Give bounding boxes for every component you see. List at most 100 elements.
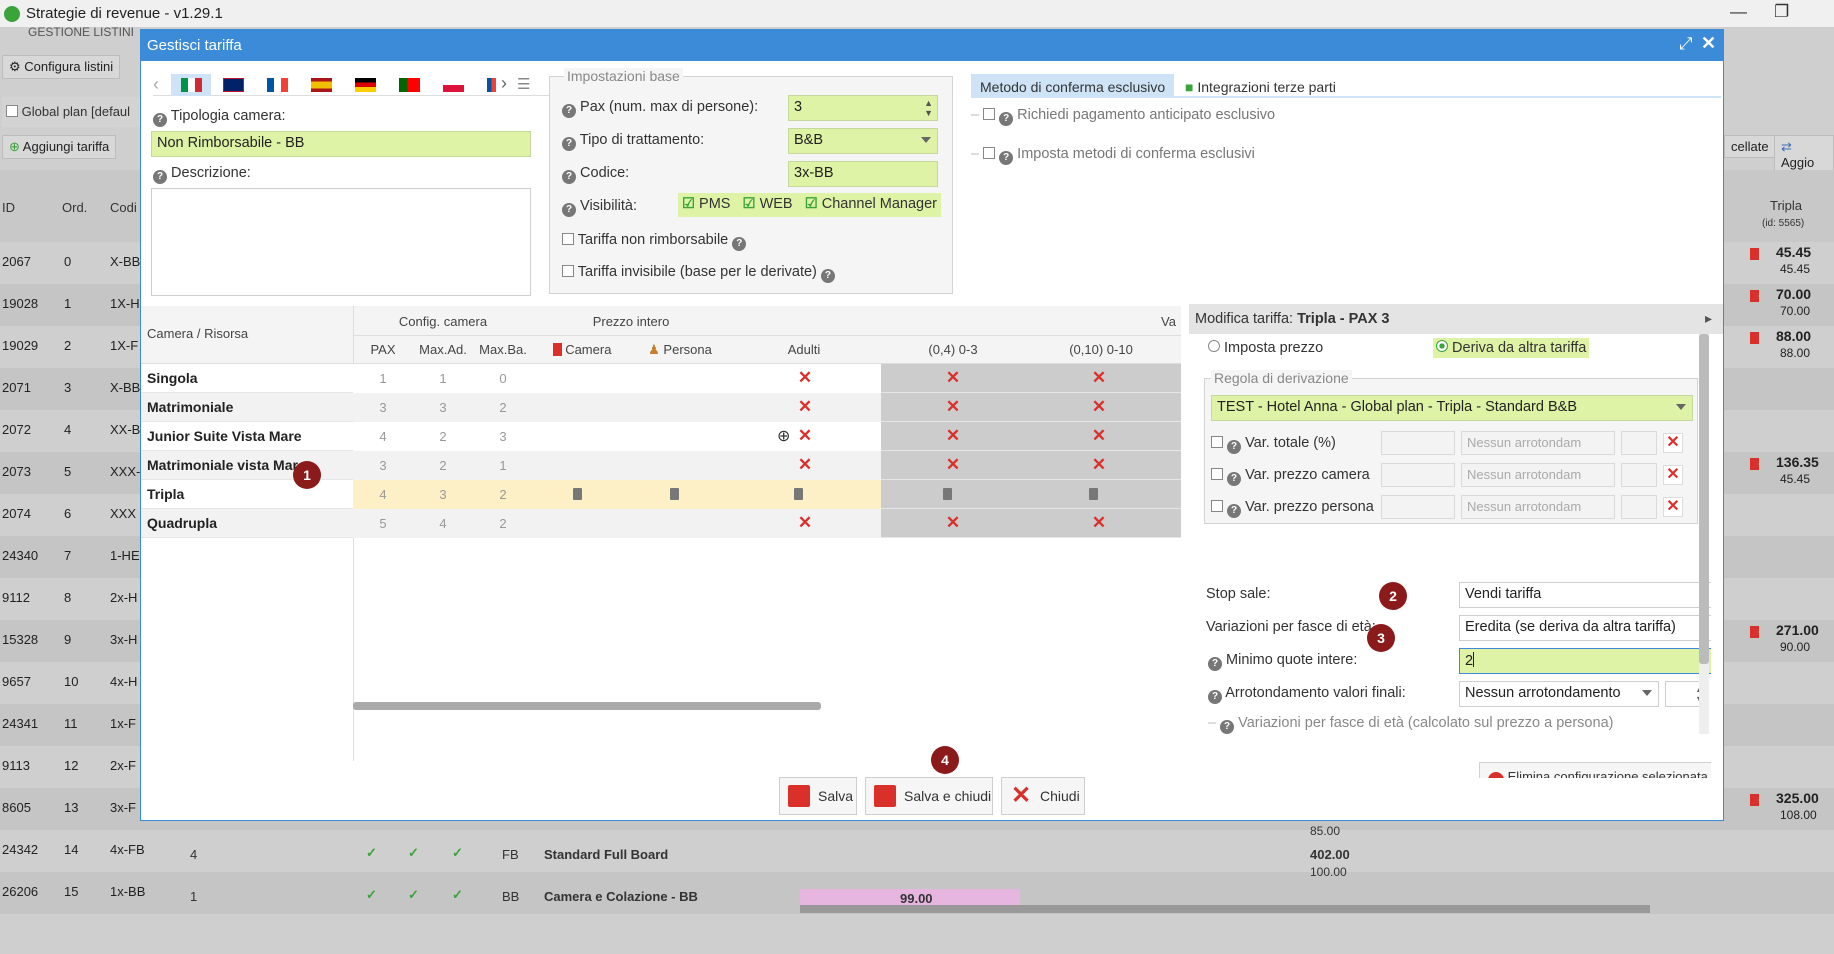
imposta-metodi-option[interactable]: – ? Imposta metodi di conferma esclusivi — [971, 146, 1711, 165]
global-plan-selector[interactable]: Global plan [defaul — [2, 97, 152, 127]
spinner-icon[interactable]: ▲▼ — [924, 98, 933, 118]
restore-icon[interactable]: ❐ — [1774, 2, 1789, 22]
tipologia-input[interactable]: Non Rimborsabile - BB — [151, 131, 531, 157]
flag-de-icon[interactable] — [355, 78, 376, 92]
grid-room-name[interactable]: Singola — [147, 370, 198, 386]
trash-icon[interactable] — [1089, 488, 1098, 500]
minimize-icon[interactable]: — — [1730, 2, 1747, 22]
check-icon[interactable]: ☑ — [743, 196, 756, 212]
richiedi-checkbox[interactable] — [983, 108, 996, 120]
grid-row-age-cells[interactable] — [881, 422, 1181, 451]
var-persona-stepper[interactable] — [1621, 495, 1657, 519]
invisibile-checkbox[interactable] — [562, 265, 574, 277]
non-rimborsabile-checkbox[interactable] — [562, 233, 574, 245]
tab-metodo-conferma[interactable]: Metodo di conferma esclusivo — [971, 74, 1175, 98]
trash-icon[interactable] — [794, 488, 803, 500]
salva-button[interactable]: Salva — [779, 777, 857, 815]
deriva-radio[interactable]: Deriva da altra tariffa — [1433, 338, 1590, 358]
pax-stepper[interactable]: 3 ▲ ▼ — [788, 95, 938, 121]
aggiorna-button[interactable]: ⇄ Aggio — [1774, 135, 1834, 174]
var-persona-input[interactable] — [1381, 495, 1455, 519]
impostazioni-legend: Impostazioni base — [564, 68, 683, 84]
non-rimborsabile-option[interactable]: Tariffa non rimborsabile ? — [562, 232, 747, 251]
vis-pms[interactable]: PMS — [699, 196, 730, 212]
arrot-select[interactable]: Nessun arrotondamento — [1459, 681, 1659, 707]
var-persona-checkbox[interactable] — [1211, 500, 1223, 512]
flag-it-icon[interactable] — [181, 78, 202, 92]
flag-partial-icon[interactable] — [487, 78, 496, 92]
modifica-scrollbar-thumb[interactable] — [1699, 334, 1709, 664]
stop-sale-select[interactable]: Vendi tariffa — [1459, 582, 1711, 608]
richiedi-option[interactable]: – ? Richiedi pagamento anticipato esclus… — [971, 107, 1711, 126]
grid-room-name[interactable]: Matrimoniale — [147, 399, 233, 415]
trash-icon[interactable] — [573, 488, 582, 500]
grid-row-age-cells[interactable] — [881, 509, 1181, 538]
imposta-prezzo-radio[interactable]: Imposta prezzo — [1208, 340, 1323, 356]
var-totale-stepper[interactable] — [1621, 431, 1657, 455]
grid-room-name[interactable]: Matrimoniale vista Mare — [147, 457, 306, 473]
var-camera-checkbox[interactable] — [1211, 468, 1223, 480]
var-persona-remove-icon[interactable]: ✕ — [1663, 497, 1683, 517]
var-persona-arrot-select[interactable]: Nessun arrotondam — [1461, 495, 1615, 519]
regola-select[interactable]: TEST - Hotel Anna - Global plan - Tripla… — [1211, 395, 1693, 421]
grid-row-age-cells[interactable] — [881, 451, 1181, 480]
var-totale-input[interactable] — [1381, 431, 1455, 455]
grid-row-age-cells[interactable] — [881, 480, 1181, 509]
minimo-quote-stepper[interactable]: 2▲▼ — [1459, 648, 1711, 674]
flag-fr-icon[interactable] — [267, 78, 288, 92]
maximize-icon[interactable]: ⤢ — [1679, 34, 1693, 54]
help-icon: ? — [562, 104, 576, 118]
var-camera-arrot-select[interactable]: Nessun arrotondam — [1461, 463, 1615, 487]
check-icon[interactable]: ☑ — [682, 196, 695, 212]
refresh-icon: ⇄ — [1781, 139, 1792, 154]
tab-integrazioni[interactable]: ■ Integrazioni terze parti — [1181, 74, 1340, 98]
imposta-metodi-checkbox[interactable] — [983, 147, 996, 159]
var-totale-remove-icon[interactable]: ✕ — [1663, 433, 1683, 453]
expand-arrow-icon[interactable]: ▸ — [1705, 310, 1712, 327]
row14-value-1: 85.00 — [1310, 824, 1341, 838]
grid-room-name[interactable]: Tripla — [147, 486, 184, 502]
aggiungi-tariffa-button[interactable]: ⊕ Aggiungi tariffa — [2, 135, 117, 159]
configura-listini-button[interactable]: ⚙ Configura listini — [2, 55, 121, 79]
table-row[interactable]: 24342 14 4x-FB — [0, 830, 1834, 872]
flag-es-icon[interactable] — [311, 78, 332, 92]
grid-room-name[interactable]: Junior Suite Vista Mare — [147, 428, 302, 444]
descrizione-textarea[interactable] — [151, 188, 531, 296]
grid-horizontal-scrollbar[interactable] — [353, 702, 821, 710]
vis-channel-manager[interactable]: Channel Manager — [822, 196, 937, 212]
trash-icon[interactable] — [670, 488, 679, 500]
list-icon[interactable]: ☰ — [517, 75, 530, 93]
var-camera-input[interactable] — [1381, 463, 1455, 487]
flag-pl-icon[interactable] — [443, 78, 464, 92]
close-icon[interactable]: ✕ — [1701, 33, 1716, 54]
chevron-left-icon[interactable]: ‹ — [153, 74, 159, 95]
var-camera-remove-icon[interactable]: ✕ — [1663, 465, 1683, 485]
global-plan-checkbox[interactable] — [6, 105, 18, 117]
trash-icon[interactable] — [943, 488, 952, 500]
chiudi-button[interactable]: ✕ Chiudi — [1001, 777, 1085, 815]
global-plan-label: Global plan [defaul — [21, 104, 131, 119]
var-totale-arrot-select[interactable]: Nessun arrotondam — [1461, 431, 1615, 455]
trattamento-select[interactable]: B&B — [788, 128, 938, 154]
vis-web[interactable]: WEB — [760, 196, 793, 212]
chevron-right-icon[interactable]: › — [501, 73, 507, 94]
variazioni-select[interactable]: Eredita (se deriva da altra tariffa) — [1459, 615, 1711, 641]
annullate-button[interactable]: cellate — [1724, 135, 1776, 158]
var-camera-option[interactable]: ? Var. prezzo camera — [1211, 467, 1370, 486]
flag-pt-icon[interactable] — [399, 78, 420, 92]
check-icon[interactable]: ☑ — [805, 196, 818, 212]
invisibile-option[interactable]: Tariffa invisibile (base per le derivate… — [562, 264, 835, 283]
bg-horizontal-scrollbar[interactable] — [800, 905, 1650, 913]
grid-room-name[interactable]: Quadrupla — [147, 515, 217, 531]
var-camera-stepper[interactable] — [1621, 463, 1657, 487]
flag-en-icon[interactable] — [223, 78, 244, 92]
elimina-configurazione-button[interactable]: − Elimina configurazione selezionata — [1479, 762, 1711, 778]
codice-input[interactable]: 3x-BB — [788, 161, 938, 187]
invisibile-text: Tariffa invisibile (base per le derivate… — [577, 264, 817, 280]
var-totale-checkbox[interactable] — [1211, 436, 1223, 448]
salva-e-chiudi-button[interactable]: Salva e chiudi — [865, 777, 993, 815]
grid-row-age-cells[interactable] — [881, 393, 1181, 422]
grid-row-age-cells[interactable] — [881, 364, 1181, 393]
var-persona-option[interactable]: ? Var. prezzo persona — [1211, 499, 1374, 518]
var-totale-option[interactable]: ? Var. totale (%) — [1211, 435, 1336, 454]
